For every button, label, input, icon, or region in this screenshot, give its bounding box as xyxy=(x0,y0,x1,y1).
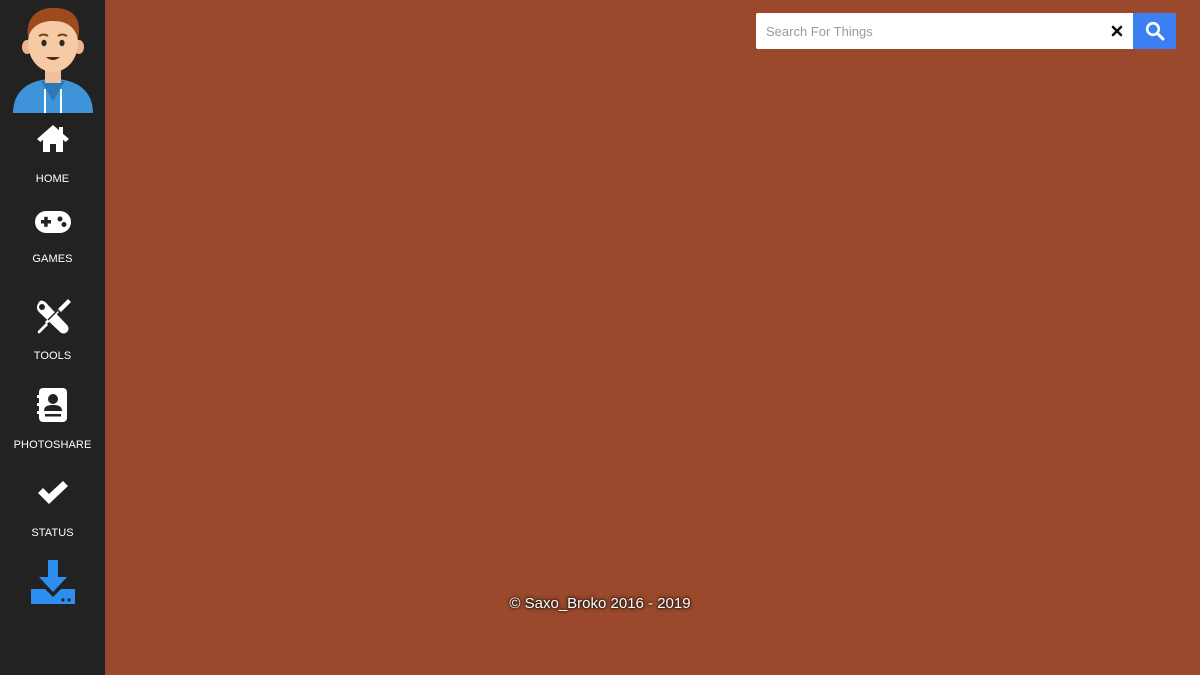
sidebar-item-status[interactable]: STATUS xyxy=(0,470,105,544)
sidebar-item-label: TOOLS xyxy=(33,350,72,362)
gamepad-icon xyxy=(0,210,105,234)
sidebar-item-label: GAMES xyxy=(32,253,73,265)
sidebar: HOME GAMES TOOLS PHOTOSHARE STATUS xyxy=(0,0,105,675)
close-icon xyxy=(1111,25,1123,37)
user-avatar[interactable] xyxy=(11,5,95,113)
check-icon xyxy=(0,480,105,506)
sidebar-item-label: PHOTOSHARE xyxy=(13,439,92,451)
search-button[interactable] xyxy=(1133,13,1176,49)
clear-search-button[interactable] xyxy=(1108,22,1126,40)
sidebar-item-tools[interactable]: TOOLS xyxy=(0,290,105,368)
sidebar-item-download[interactable] xyxy=(0,556,105,608)
sidebar-item-games[interactable]: GAMES xyxy=(0,200,105,270)
search-bar xyxy=(756,13,1176,49)
contact-card-icon xyxy=(0,387,105,423)
sidebar-item-label: STATUS xyxy=(31,527,74,539)
download-icon xyxy=(0,559,105,605)
home-icon xyxy=(0,122,105,154)
search-input[interactable] xyxy=(756,13,1101,49)
copyright-footer: © Saxo_Broko 2016 - 2019 xyxy=(509,595,691,612)
sidebar-item-label: HOME xyxy=(35,173,70,185)
sidebar-item-photoshare[interactable]: PHOTOSHARE xyxy=(0,380,105,456)
tools-icon xyxy=(0,297,105,335)
search-icon xyxy=(1145,21,1164,41)
sidebar-item-home[interactable]: HOME xyxy=(0,118,105,190)
